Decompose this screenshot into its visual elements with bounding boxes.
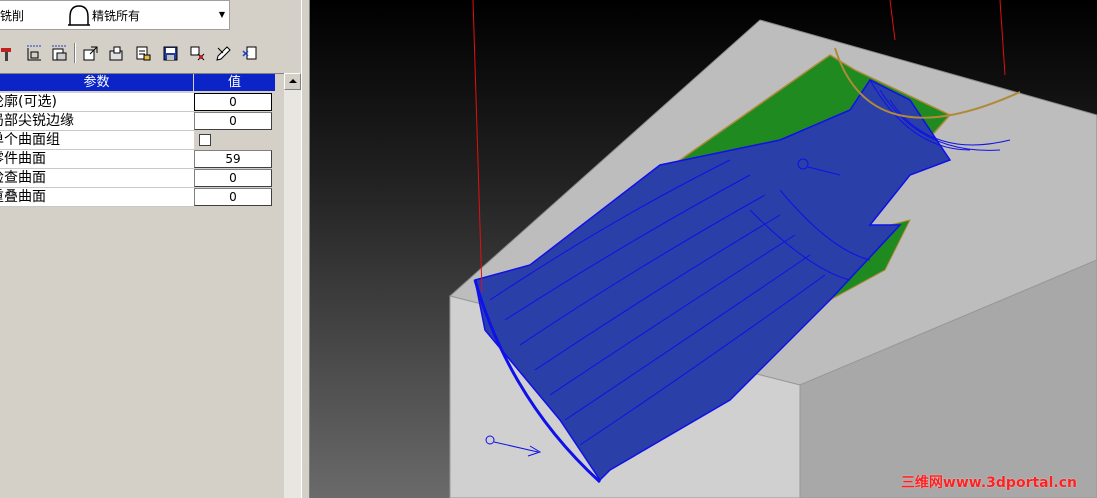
toolpath-scene [448,0,1097,498]
chevron-down-icon[interactable]: ▼ [219,10,225,19]
scroll-up-arrow-icon[interactable] [284,73,301,90]
table-row: 轮廓(可选) 0 [0,93,284,112]
import-icon[interactable] [108,45,125,62]
watermark-text: 三维网www.3dportal.cn [900,475,1077,491]
value-field[interactable]: 0 [194,93,272,111]
edit-icon[interactable] [215,45,232,62]
table-row: 局部尖锐边缘 0 [0,112,284,131]
value-field[interactable]: 0 [194,112,272,130]
report-icon[interactable] [135,45,152,62]
row-label: 单个曲面组 [0,132,60,148]
column-header-value[interactable]: 值 [194,74,276,92]
column-header-parameter[interactable]: 参数 [0,74,194,92]
3d-viewport[interactable]: 三维网www.3dportal.cn [310,0,1097,498]
settings-icon[interactable] [189,45,206,62]
operation-combo-value: 铣削 [0,9,25,23]
table-row: 重叠曲面 0 [0,188,284,207]
parameter-panel: 铣削 ▼ 精铣所有 ▼ [0,0,306,498]
parameter-grid: 参数 值 轮廓(可选) 0 局部尖锐边缘 0 单个曲面组 零件曲面 59 检查曲… [0,73,284,207]
vertical-scrollbar[interactable] [284,73,301,498]
tool-icon[interactable] [0,45,17,62]
row-label: 轮廓(可选) [0,94,57,110]
strategy-combo[interactable]: 精铣所有 ▼ [66,0,230,30]
contour-icon[interactable] [26,45,43,62]
tool-axis-line [472,0,483,293]
value-field[interactable]: 59 [194,150,272,168]
row-label: 重叠曲面 [0,189,46,205]
row-label: 零件曲面 [0,151,46,167]
grid-header: 参数 值 [0,74,284,93]
tool-axis-line [999,0,1006,76]
panel-splitter[interactable] [301,0,310,498]
toolbar-divider [74,43,76,63]
tool-axis-line [889,0,896,41]
row-label: 局部尖锐边缘 [0,113,74,129]
finish-strategy-icon [68,5,90,26]
single-surface-group-checkbox[interactable] [199,134,211,146]
value-field[interactable]: 0 [194,188,272,206]
delete-icon[interactable] [242,45,259,62]
row-label: 检查曲面 [0,170,46,186]
save-icon[interactable] [162,45,179,62]
table-row: 单个曲面组 [0,131,284,150]
export-icon[interactable] [82,45,99,62]
value-field[interactable]: 0 [194,169,272,187]
table-row: 零件曲面 59 [0,150,284,169]
strategy-combo-value: 精铣所有 [92,9,141,23]
surface-icon[interactable] [51,45,68,62]
panel-toolbar [0,40,290,66]
table-row: 检查曲面 0 [0,169,284,188]
